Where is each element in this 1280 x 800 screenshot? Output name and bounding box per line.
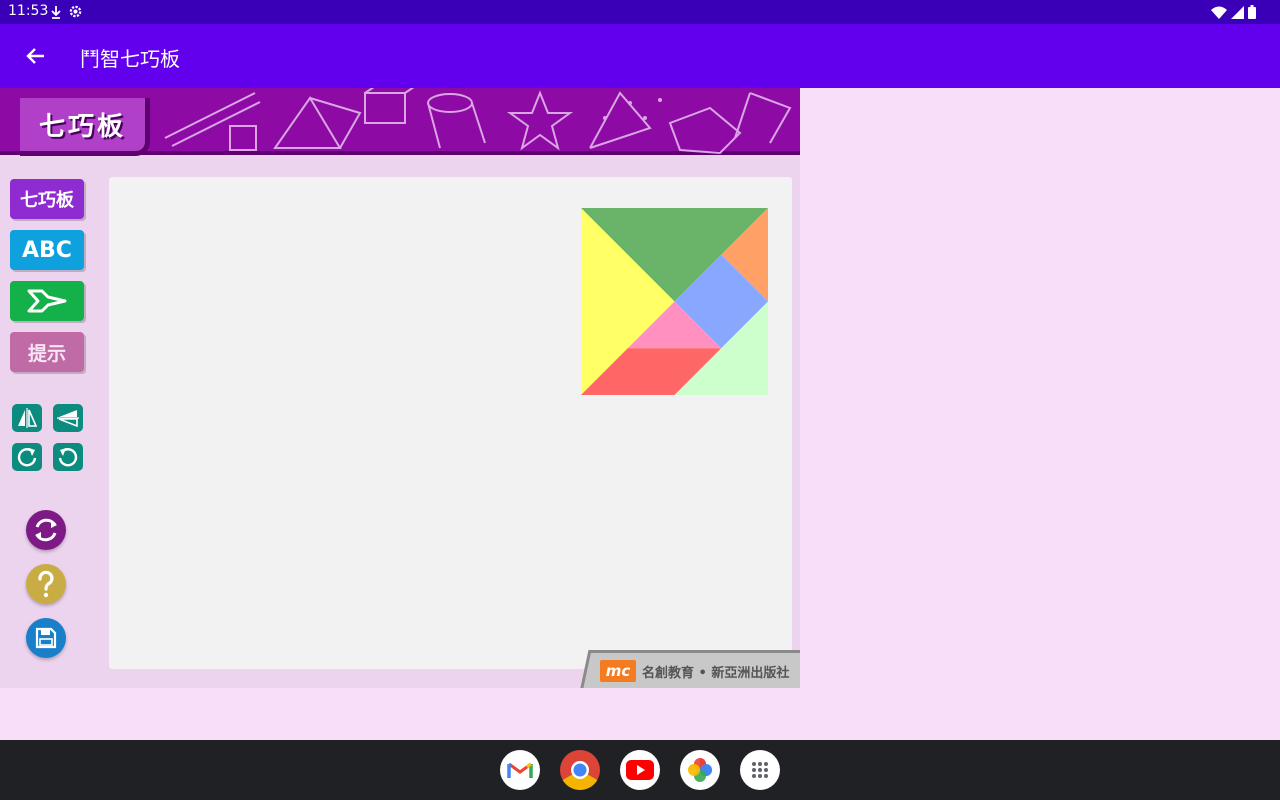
tangram-puzzle [581, 208, 768, 395]
hint-label: 提示 [27, 342, 66, 365]
download-icon [51, 5, 61, 19]
reset-icon [35, 518, 57, 542]
tangram-game: 七巧板 七巧板 ABC 提示 mc 名創教育 • 新亞洲出版社 [0, 88, 800, 688]
battery-icon [1248, 5, 1256, 19]
arrow-back-icon [26, 48, 44, 64]
reset-button[interactable] [26, 510, 66, 550]
chrome-icon [560, 750, 600, 790]
puzzle-board[interactable] [109, 177, 792, 669]
rotate-counterclockwise-button[interactable] [53, 443, 83, 471]
gear-icon [69, 5, 82, 18]
abc-mode-label: ABC [22, 237, 72, 263]
app-drawer-icon [752, 762, 768, 778]
chrome-app[interactable] [560, 750, 600, 790]
publisher-logo: mc [600, 660, 636, 682]
publisher-text: 名創教育 • 新亞洲出版社 [642, 665, 790, 681]
gmail-app[interactable] [500, 750, 540, 790]
tangram-mode-label: 七巧板 [20, 190, 74, 211]
flip-horizontal-button[interactable] [12, 404, 42, 432]
banner-title: 七巧板 [38, 112, 126, 142]
status-icons-right [1211, 5, 1256, 19]
game-banner: 七巧板 [0, 88, 800, 156]
youtube-icon [626, 760, 654, 780]
publisher-credit: mc 名創教育 • 新亞洲出版社 [600, 660, 789, 682]
status-bar: 11:53 [0, 0, 1280, 24]
photos-app[interactable] [680, 750, 720, 790]
app-title: 鬥智七巧板 [80, 47, 180, 71]
help-button[interactable] [26, 564, 66, 604]
save-button[interactable] [26, 618, 66, 658]
help-icon [38, 570, 54, 598]
status-icons-left [50, 4, 83, 19]
rotate-clockwise-icon [17, 448, 37, 467]
fish-icon [27, 289, 67, 313]
status-time: 11:53 [8, 3, 49, 19]
youtube-app[interactable] [620, 750, 660, 790]
shape-mode-button[interactable] [10, 281, 84, 321]
back-button[interactable] [16, 38, 56, 74]
app-drawer-button[interactable] [740, 750, 780, 790]
hint-button[interactable]: 提示 [10, 332, 84, 372]
flip-horizontal-icon [18, 408, 38, 428]
abc-mode-button[interactable]: ABC [10, 230, 84, 270]
save-icon [35, 627, 57, 649]
rotate-counterclockwise-icon [58, 448, 78, 467]
gmail-icon [507, 762, 533, 778]
app-bar: 鬥智七巧板 [0, 24, 1280, 88]
geometry-decoration [164, 88, 792, 155]
wifi-icon [1211, 6, 1227, 19]
photos-icon [688, 758, 712, 782]
flip-vertical-icon [57, 410, 79, 428]
rotate-clockwise-button[interactable] [12, 443, 42, 471]
banner-title-box: 七巧板 [20, 98, 150, 156]
signal-icon [1231, 5, 1244, 19]
flip-vertical-button[interactable] [53, 404, 83, 432]
taskbar [0, 740, 1280, 800]
tangram-mode-button[interactable]: 七巧板 [10, 179, 84, 219]
